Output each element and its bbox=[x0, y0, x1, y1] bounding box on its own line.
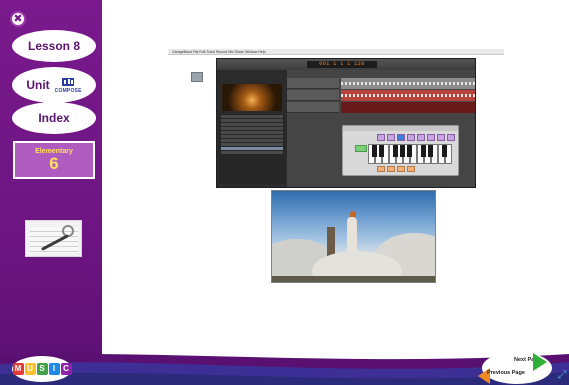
list-item bbox=[221, 151, 283, 154]
list-item bbox=[221, 131, 283, 134]
grade-badge: Elementary 6 bbox=[13, 141, 95, 179]
desktop-file-icon bbox=[191, 72, 203, 82]
page-navigation: Next Page Previous Page bbox=[478, 350, 568, 385]
close-icon[interactable]: ✖ bbox=[10, 11, 26, 27]
sidebar: ✖ Lesson 8 Unit COMPOSE Index Elementary… bbox=[0, 0, 102, 385]
index-label: Index bbox=[38, 111, 70, 125]
logo-letter: S bbox=[36, 363, 48, 375]
keyboard-top-pads bbox=[377, 134, 455, 141]
next-arrow-icon[interactable] bbox=[533, 353, 547, 371]
lesson-button[interactable]: Lesson 8 bbox=[12, 30, 96, 62]
piano-keys bbox=[368, 144, 452, 164]
musical-typing-window bbox=[342, 125, 459, 176]
list-item bbox=[221, 147, 283, 150]
logo-letter: M bbox=[12, 363, 24, 375]
track-row bbox=[287, 78, 475, 89]
track-row bbox=[287, 102, 475, 113]
logo-letter: I bbox=[48, 363, 60, 375]
list-item bbox=[221, 119, 283, 122]
music-logo[interactable]: M U S I C bbox=[12, 356, 72, 382]
compose-flag-icon bbox=[62, 77, 75, 86]
list-item bbox=[221, 127, 283, 130]
gb-library-list bbox=[219, 114, 285, 184]
list-item bbox=[221, 135, 283, 138]
gb-lcd-display: 001 1 1 1 120 bbox=[307, 61, 377, 68]
logo-letter: C bbox=[60, 363, 72, 375]
list-item bbox=[221, 143, 283, 146]
index-button[interactable]: Index bbox=[12, 102, 96, 134]
mac-menubar: GarageBand File Edit Track Record Mix Sh… bbox=[168, 49, 504, 55]
fullscreen-expand-icon[interactable]: ⤢ bbox=[556, 369, 568, 381]
grade-number: 6 bbox=[49, 154, 59, 173]
list-item bbox=[221, 123, 283, 126]
keyboard-green-key bbox=[355, 145, 367, 152]
gb-instrument-image bbox=[222, 84, 282, 111]
unit-button[interactable]: Unit COMPOSE bbox=[12, 67, 96, 103]
gb-library-panel bbox=[217, 70, 287, 187]
list-item bbox=[221, 115, 283, 118]
track-row bbox=[287, 90, 475, 101]
logo-letter: U bbox=[24, 363, 36, 375]
notebook-pen-icon[interactable] bbox=[25, 220, 82, 257]
lesson-label: Lesson 8 bbox=[27, 39, 81, 53]
shuttle-stack bbox=[347, 217, 357, 255]
keyboard-titlebar bbox=[343, 126, 458, 131]
previous-page-label[interactable]: Previous Page bbox=[487, 370, 525, 376]
list-item bbox=[221, 139, 283, 142]
unit-sublabel: COMPOSE bbox=[54, 87, 82, 94]
gb-toolbar: 001 1 1 1 120 bbox=[217, 59, 475, 70]
unit-label: Unit bbox=[26, 78, 50, 92]
keyboard-orange-keys bbox=[377, 166, 415, 172]
shuttle-launch-photo bbox=[271, 190, 436, 283]
